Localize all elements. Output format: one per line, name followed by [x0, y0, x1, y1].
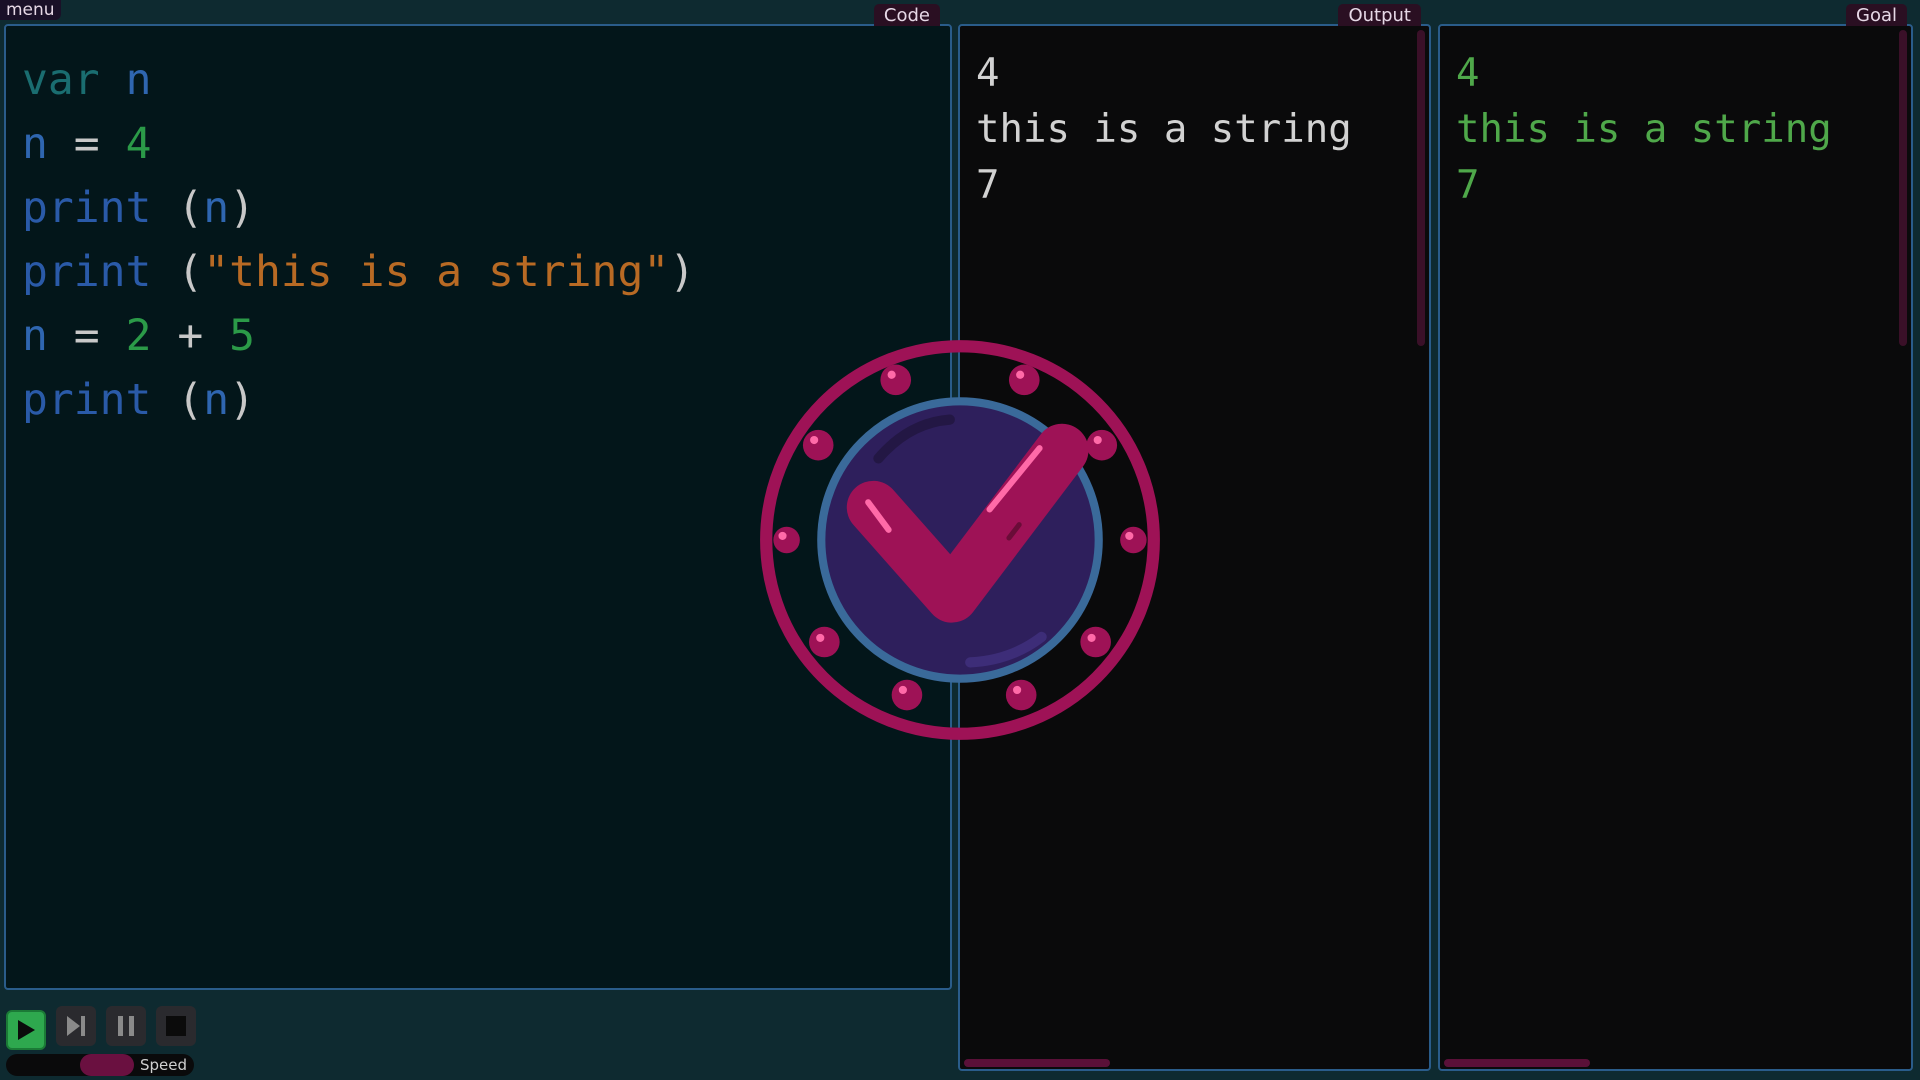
goal-tab: Goal [1846, 4, 1907, 26]
code-line: n = 4 [22, 112, 695, 176]
code-editor[interactable]: var nn = 4 print (n) print ("this is a str… [22, 48, 695, 432]
code-token: = [47, 119, 126, 169]
code-token: + [151, 311, 230, 361]
output-text: 4 this is a string 7 [976, 46, 1352, 214]
code-token: ( [177, 247, 204, 297]
goal-line: 4 [1456, 51, 1480, 96]
goal-horizontal-scrollbar[interactable] [1444, 1059, 1590, 1067]
pause-button[interactable] [106, 1006, 146, 1046]
output-line: 7 [976, 163, 1000, 208]
code-token: print [22, 247, 178, 297]
code-token: n [22, 119, 48, 169]
menu-button[interactable]: menu [0, 0, 61, 20]
play-icon [18, 1020, 35, 1040]
code-token: n [125, 55, 152, 105]
code-line: print (n) [22, 176, 695, 240]
code-token: 5 [229, 311, 256, 361]
goal-line: this is a string [1456, 107, 1832, 152]
code-tab: Code [873, 4, 940, 26]
output-tab: Output [1338, 4, 1421, 26]
code-token: var [22, 55, 126, 105]
goal-line: 7 [1456, 163, 1480, 208]
code-token: ) [229, 183, 256, 233]
code-token: ) [669, 247, 696, 297]
step-button[interactable] [56, 1006, 96, 1046]
goal-panel: Goal 4 this is a string 7 [1438, 4, 1913, 1071]
output-horizontal-scrollbar[interactable] [964, 1059, 1110, 1067]
output-vertical-scrollbar[interactable] [1417, 30, 1425, 346]
code-token: = [47, 311, 126, 361]
stop-icon [166, 1016, 186, 1036]
code-token: ( [177, 375, 204, 425]
play-button[interactable] [6, 1010, 46, 1050]
code-token: n [22, 311, 48, 361]
speed-slider[interactable]: Speed [6, 1054, 194, 1076]
playback-controls [6, 1006, 196, 1050]
goal-vertical-scrollbar[interactable] [1899, 30, 1907, 346]
code-token: 4 [125, 119, 152, 169]
output-line: 4 [976, 51, 1000, 96]
pause-icon [118, 1016, 134, 1036]
speed-slider-handle[interactable] [80, 1054, 134, 1076]
step-forward-icon [67, 1016, 85, 1036]
code-line: print (n) [22, 368, 695, 432]
success-checkmark-icon [760, 340, 1160, 740]
stop-button[interactable] [156, 1006, 196, 1046]
code-token: ( [177, 183, 204, 233]
code-token: ) [229, 375, 256, 425]
code-token: "this is a string" [203, 247, 670, 297]
code-line: n = 2 + 5 [22, 304, 695, 368]
code-token: print [22, 375, 178, 425]
code-token: n [203, 183, 230, 233]
code-token: print [22, 183, 178, 233]
output-line: this is a string [976, 107, 1352, 152]
goal-text: 4 this is a string 7 [1456, 46, 1832, 214]
code-line: var n [22, 48, 695, 112]
code-token: 2 [125, 311, 152, 361]
speed-label: Speed [140, 1056, 188, 1074]
code-line: print ("this is a string") [22, 240, 695, 304]
code-token: n [203, 375, 230, 425]
